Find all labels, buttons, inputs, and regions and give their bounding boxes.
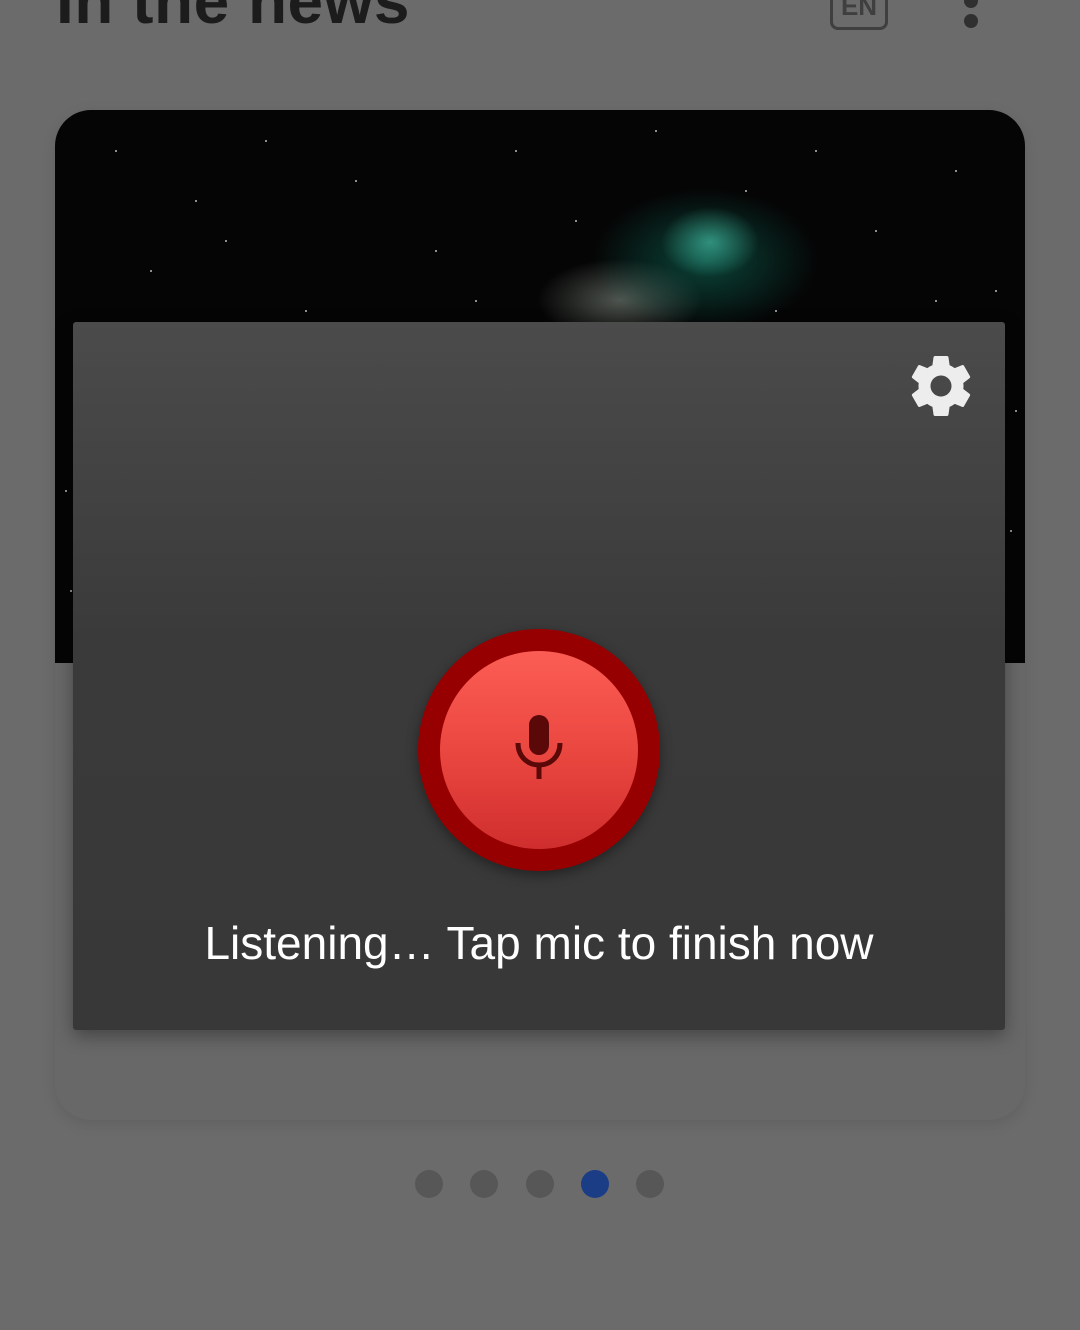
- listening-status-text: Listening… Tap mic to finish now: [204, 917, 874, 969]
- pager-dot-active[interactable]: [581, 1170, 609, 1198]
- microphone-button[interactable]: [418, 629, 660, 871]
- pager-dot[interactable]: [470, 1170, 498, 1198]
- more-vert-icon[interactable]: [958, 0, 986, 34]
- voice-input-dialog: Listening… Tap mic to finish now: [73, 322, 1005, 1030]
- pager-dot[interactable]: [636, 1170, 664, 1198]
- microphone-icon: [515, 715, 563, 779]
- pager-dot[interactable]: [526, 1170, 554, 1198]
- gear-icon[interactable]: [905, 350, 977, 422]
- page-title: In the news: [56, 0, 410, 37]
- pager-dot[interactable]: [415, 1170, 443, 1198]
- page-indicator: [415, 1170, 667, 1200]
- menu-dot: [964, 14, 978, 28]
- language-badge[interactable]: EN: [830, 0, 888, 30]
- menu-dot: [964, 0, 978, 8]
- microphone-button-inner: [440, 651, 638, 849]
